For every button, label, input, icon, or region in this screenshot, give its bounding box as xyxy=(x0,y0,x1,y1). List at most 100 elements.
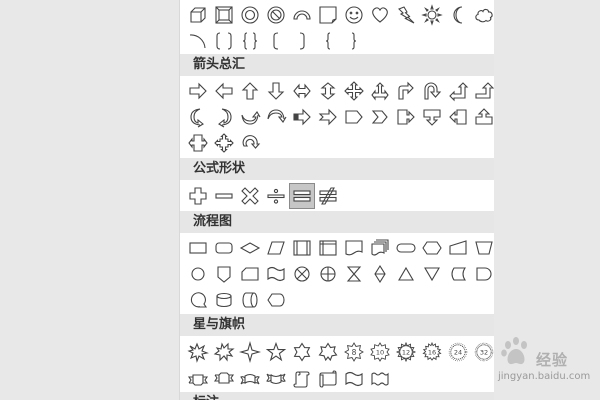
quad-arrow-shape[interactable] xyxy=(341,78,367,104)
bevel-shape[interactable] xyxy=(211,2,237,28)
circular-arrow-shape[interactable] xyxy=(237,130,263,156)
card-shape[interactable] xyxy=(237,261,263,287)
5-point-star-shape[interactable] xyxy=(263,339,289,365)
u-turn-arrow-shape[interactable] xyxy=(419,78,445,104)
curved-up-arrow-shape[interactable] xyxy=(237,104,263,130)
8-point-star-shape[interactable]: 8 xyxy=(341,339,367,365)
16-point-star-shape[interactable]: 16 xyxy=(419,339,445,365)
off-page-connector-shape[interactable] xyxy=(211,261,237,287)
down-arrow-callout-shape[interactable] xyxy=(419,104,445,130)
not-equal-shape[interactable] xyxy=(315,183,341,209)
multiply-shape[interactable] xyxy=(237,183,263,209)
wave-shape[interactable] xyxy=(341,366,367,392)
double-brace-shape[interactable] xyxy=(237,28,263,54)
alternate-process-shape[interactable] xyxy=(211,235,237,261)
heart-shape[interactable] xyxy=(367,2,393,28)
curved-down-arrow-shape[interactable] xyxy=(263,104,289,130)
right-arrow-shape[interactable] xyxy=(185,78,211,104)
no-symbol-shape[interactable] xyxy=(263,2,289,28)
multidocument-shape[interactable] xyxy=(367,235,393,261)
sun-shape[interactable] xyxy=(419,2,445,28)
right-arrow-callout-shape[interactable] xyxy=(393,104,419,130)
cube-shape[interactable] xyxy=(185,2,211,28)
curved-left-arrow-shape[interactable] xyxy=(211,104,237,130)
stored-data-shape[interactable] xyxy=(445,261,471,287)
7-point-star-shape[interactable] xyxy=(315,339,341,365)
bent-up-arrow-shape[interactable] xyxy=(471,78,494,104)
sort-shape[interactable] xyxy=(367,261,393,287)
summing-junction-shape[interactable] xyxy=(289,261,315,287)
internal-storage-shape[interactable] xyxy=(315,235,341,261)
document-shape[interactable] xyxy=(341,235,367,261)
quad-arrow-callout-shape[interactable] xyxy=(211,130,237,156)
cloud-shape[interactable] xyxy=(471,2,494,28)
32-point-star-shape[interactable]: 32 xyxy=(471,339,494,365)
striped-right-arrow-shape[interactable] xyxy=(289,104,315,130)
sequential-access-storage-shape[interactable] xyxy=(185,287,211,313)
left-up-arrow-shape[interactable] xyxy=(445,78,471,104)
collate-shape[interactable] xyxy=(341,261,367,287)
connector-shape[interactable] xyxy=(185,261,211,287)
double-wave-shape[interactable] xyxy=(367,366,393,392)
preparation-shape[interactable] xyxy=(419,235,445,261)
notched-right-arrow-shape[interactable] xyxy=(315,104,341,130)
10-point-star-shape[interactable]: 10 xyxy=(367,339,393,365)
right-bracket-shape[interactable] xyxy=(289,28,315,54)
6-point-star-shape[interactable] xyxy=(289,339,315,365)
curved-up-ribbon-shape[interactable] xyxy=(237,366,263,392)
delay-shape[interactable] xyxy=(471,261,494,287)
lightning-bolt-shape[interactable] xyxy=(393,2,419,28)
or-shape[interactable] xyxy=(315,261,341,287)
merge-shape[interactable] xyxy=(419,261,445,287)
plus-shape[interactable] xyxy=(185,183,211,209)
12-point-star-shape[interactable]: 12 xyxy=(393,339,419,365)
left-right-arrow-shape[interactable] xyxy=(289,78,315,104)
minus-shape[interactable] xyxy=(211,183,237,209)
display-shape[interactable] xyxy=(263,287,289,313)
down-arrow-shape[interactable] xyxy=(263,78,289,104)
equal-shape[interactable] xyxy=(289,183,315,209)
pentagon-arrow-shape[interactable] xyxy=(341,104,367,130)
left-brace-shape[interactable] xyxy=(315,28,341,54)
extract-shape[interactable] xyxy=(393,261,419,287)
donut-shape[interactable] xyxy=(237,2,263,28)
terminator-shape[interactable] xyxy=(393,235,419,261)
magnetic-disk-shape[interactable] xyxy=(211,287,237,313)
punched-tape-shape[interactable] xyxy=(263,261,289,287)
4-point-star-shape[interactable] xyxy=(237,339,263,365)
explosion-1-shape[interactable] xyxy=(185,339,211,365)
bent-arrow-shape[interactable] xyxy=(393,78,419,104)
moon-shape[interactable] xyxy=(445,2,471,28)
up-arrow-callout-shape[interactable] xyxy=(471,104,494,130)
manual-operation-shape[interactable] xyxy=(471,235,494,261)
left-right-up-arrow-shape[interactable] xyxy=(367,78,393,104)
right-brace-shape[interactable] xyxy=(341,28,367,54)
divide-shape[interactable] xyxy=(263,183,289,209)
up-down-arrow-shape[interactable] xyxy=(315,78,341,104)
down-ribbon-shape[interactable] xyxy=(211,366,237,392)
curved-right-arrow-shape[interactable] xyxy=(185,104,211,130)
manual-input-shape[interactable] xyxy=(445,235,471,261)
double-bracket-shape[interactable] xyxy=(211,28,237,54)
decision-shape[interactable] xyxy=(237,235,263,261)
direct-access-storage-shape[interactable] xyxy=(237,287,263,313)
24-point-star-shape[interactable]: 24 xyxy=(445,339,471,365)
vertical-scroll-shape[interactable] xyxy=(289,366,315,392)
horizontal-scroll-shape[interactable] xyxy=(315,366,341,392)
up-ribbon-shape[interactable] xyxy=(185,366,211,392)
curved-down-ribbon-shape[interactable] xyxy=(263,366,289,392)
explosion-2-shape[interactable] xyxy=(211,339,237,365)
arc-shape[interactable] xyxy=(185,28,211,54)
smiley-face-shape[interactable] xyxy=(341,2,367,28)
left-right-arrow-callout-shape[interactable] xyxy=(185,130,211,156)
left-arrow-callout-shape[interactable] xyxy=(445,104,471,130)
chevron-shape[interactable] xyxy=(367,104,393,130)
left-arrow-shape[interactable] xyxy=(211,78,237,104)
process-shape[interactable] xyxy=(185,235,211,261)
predefined-process-shape[interactable] xyxy=(289,235,315,261)
up-arrow-shape[interactable] xyxy=(237,78,263,104)
folded-corner-shape[interactable] xyxy=(315,2,341,28)
left-bracket-shape[interactable] xyxy=(263,28,289,54)
data-shape[interactable] xyxy=(263,235,289,261)
block-arc-shape[interactable] xyxy=(289,2,315,28)
